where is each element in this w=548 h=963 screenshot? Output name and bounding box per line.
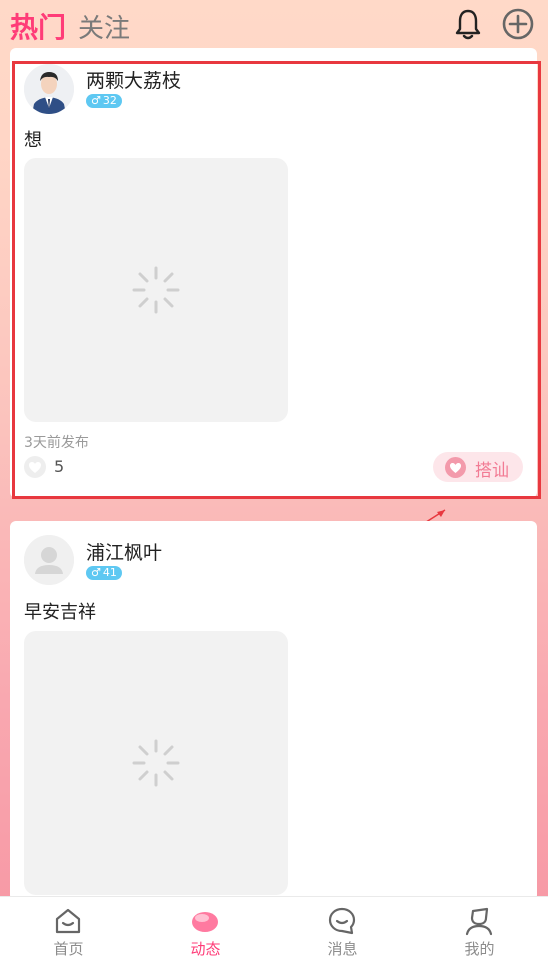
tab-hot[interactable]: 热门 [10, 6, 66, 46]
chat-up-button[interactable]: 搭讪 [433, 452, 523, 482]
top-header: 热门 关注 [0, 0, 548, 48]
nav-home-label: 首页 [53, 940, 84, 958]
home-icon [55, 908, 81, 934]
male-icon: ♂ [91, 566, 101, 579]
nav-home[interactable]: 首页 [0, 897, 137, 963]
post-card[interactable]: 两颗大荔枝 ♂ 32 想 3天前发布 5 搭讪 [10, 48, 537, 498]
avatar[interactable] [24, 535, 74, 585]
age-value: 41 [102, 566, 117, 579]
age-value: 32 [102, 94, 117, 107]
heart-chat-icon [445, 457, 466, 478]
bell-icon[interactable] [454, 8, 482, 40]
post-card[interactable]: 浦江枫叶 ♂ 41 早安吉祥 [10, 521, 537, 901]
loading-spinner-icon [132, 739, 180, 787]
nav-messages-label: 消息 [327, 940, 358, 958]
like-count: 5 [54, 457, 65, 476]
username[interactable]: 浦江枫叶 [86, 538, 162, 565]
male-icon: ♂ [91, 94, 101, 107]
bottom-nav: 首页 动态 消息 我的 [0, 896, 548, 963]
tab-follow[interactable]: 关注 [78, 8, 130, 45]
message-icon [328, 907, 356, 935]
moments-icon [192, 912, 218, 932]
post-text: 想 [24, 130, 42, 151]
avatar[interactable] [24, 64, 74, 114]
post-text: 早安吉祥 [24, 602, 96, 623]
nav-messages[interactable]: 消息 [274, 897, 411, 963]
gender-age-badge: ♂ 32 [86, 94, 122, 108]
gender-age-badge: ♂ 41 [86, 566, 122, 580]
post-time: 3天前发布 [24, 435, 89, 451]
username[interactable]: 两颗大荔枝 [86, 66, 181, 93]
nav-profile[interactable]: 我的 [411, 897, 548, 963]
nav-moments-label: 动态 [190, 940, 221, 958]
post-image[interactable] [24, 158, 288, 422]
post-image[interactable] [24, 631, 288, 895]
loading-spinner-icon [132, 266, 180, 314]
profile-icon [465, 907, 493, 936]
nav-moments[interactable]: 动态 [137, 897, 274, 963]
like-heart-icon[interactable] [24, 456, 46, 478]
nav-profile-label: 我的 [464, 940, 495, 958]
chat-up-label: 搭讪 [475, 461, 509, 481]
plus-circle-icon[interactable] [502, 8, 534, 40]
